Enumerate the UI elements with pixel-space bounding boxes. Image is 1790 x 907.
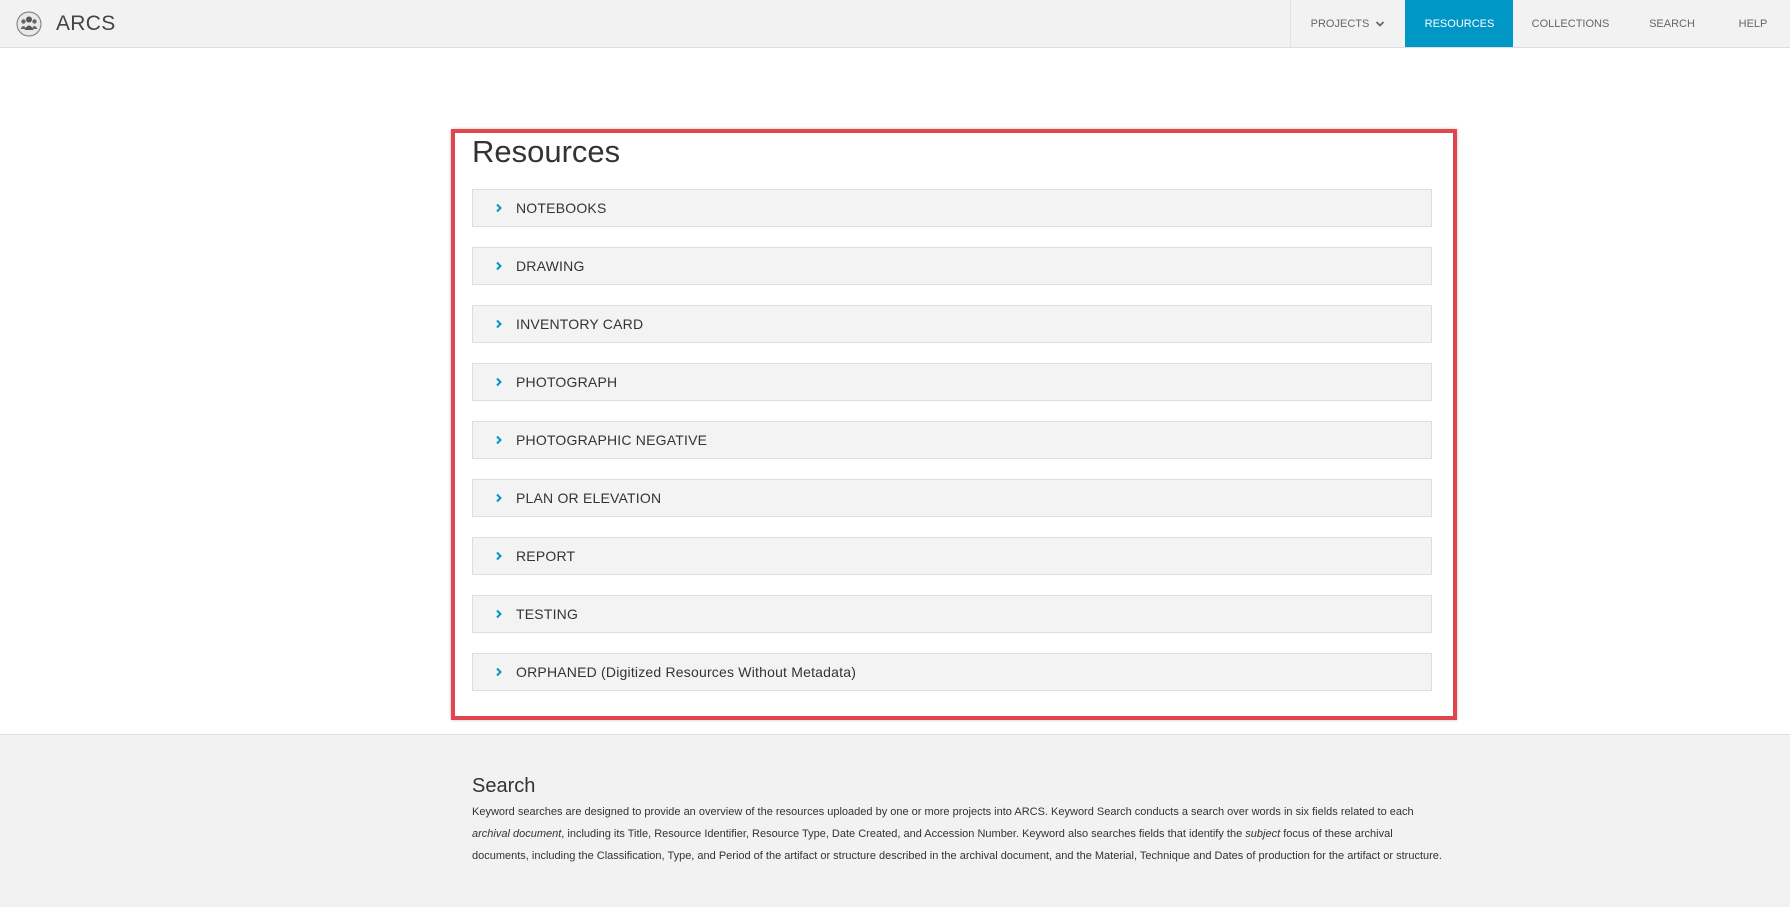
nav-projects[interactable]: PROJECTS — [1290, 0, 1405, 47]
chevron-right-icon — [496, 377, 502, 387]
resource-accordion: NOTEBOOKS DRAWING INVENTORY CARD PHOTOGR… — [472, 189, 1432, 711]
accordion-label: PHOTOGRAPH — [516, 374, 618, 390]
brand[interactable]: ARCS — [16, 0, 116, 48]
nav-collections[interactable]: COLLECTIONS — [1513, 0, 1628, 47]
accordion-label: ORPHANED (Digitized Resources Without Me… — [516, 664, 857, 680]
accordion-item-report[interactable]: REPORT — [472, 537, 1432, 575]
accordion-item-inventory-card[interactable]: INVENTORY CARD — [472, 305, 1432, 343]
accordion-label: PHOTOGRAPHIC NEGATIVE — [516, 432, 708, 448]
chevron-right-icon — [496, 609, 502, 619]
nav-resources-label: RESOURCES — [1424, 17, 1495, 30]
chevron-right-icon — [496, 261, 502, 271]
search-text-part-1: Keyword searches are designed to provide… — [472, 806, 1414, 818]
brand-name: ARCS — [56, 12, 116, 35]
search-info-section: Search Keyword searches are designed to … — [0, 734, 1790, 907]
chevron-right-icon — [496, 551, 502, 561]
chevron-right-icon — [496, 667, 502, 677]
accordion-item-orphaned[interactable]: ORPHANED (Digitized Resources Without Me… — [472, 653, 1432, 691]
accordion-label: INVENTORY CARD — [516, 316, 644, 332]
page-title: Resources — [472, 134, 621, 169]
search-section-title: Search — [472, 775, 536, 797]
accordion-item-testing[interactable]: TESTING — [472, 595, 1432, 633]
accordion-item-notebooks[interactable]: NOTEBOOKS — [472, 189, 1432, 227]
accordion-item-drawing[interactable]: DRAWING — [472, 247, 1432, 285]
nav-help[interactable]: HELP — [1716, 0, 1790, 47]
chevron-right-icon — [496, 493, 502, 503]
accordion-label: REPORT — [516, 548, 576, 564]
accordion-item-photograph[interactable]: PHOTOGRAPH — [472, 363, 1432, 401]
nav-search[interactable]: SEARCH — [1628, 0, 1716, 47]
nav-collections-label: COLLECTIONS — [1531, 17, 1610, 30]
chevron-right-icon — [496, 435, 502, 445]
nav-projects-label: PROJECTS — [1310, 17, 1370, 30]
people-group-icon — [16, 11, 42, 37]
chevron-down-icon — [1376, 20, 1385, 27]
top-navbar: ARCS PROJECTS RESOURCES COLLECTIONS SEAR… — [0, 0, 1790, 48]
search-text-part-2: , including its Title, Resource Identifi… — [561, 828, 1246, 840]
main-nav: PROJECTS RESOURCES COLLECTIONS SEARCH HE… — [1290, 0, 1790, 48]
search-text-emphasis-subject: subject — [1245, 828, 1281, 840]
accordion-item-plan-or-elevation[interactable]: PLAN OR ELEVATION — [472, 479, 1432, 517]
search-text-emphasis-archival: archival document — [472, 828, 562, 840]
nav-help-label: HELP — [1738, 17, 1768, 30]
accordion-label: NOTEBOOKS — [516, 200, 607, 216]
accordion-label: DRAWING — [516, 258, 585, 274]
chevron-right-icon — [496, 319, 502, 329]
nav-resources[interactable]: RESOURCES — [1405, 0, 1513, 47]
accordion-item-photographic-negative[interactable]: PHOTOGRAPHIC NEGATIVE — [472, 421, 1432, 459]
search-description: Keyword searches are designed to provide… — [472, 801, 1442, 867]
chevron-right-icon — [496, 203, 502, 213]
nav-search-label: SEARCH — [1649, 17, 1695, 30]
accordion-label: PLAN OR ELEVATION — [516, 490, 662, 506]
accordion-label: TESTING — [516, 606, 579, 622]
